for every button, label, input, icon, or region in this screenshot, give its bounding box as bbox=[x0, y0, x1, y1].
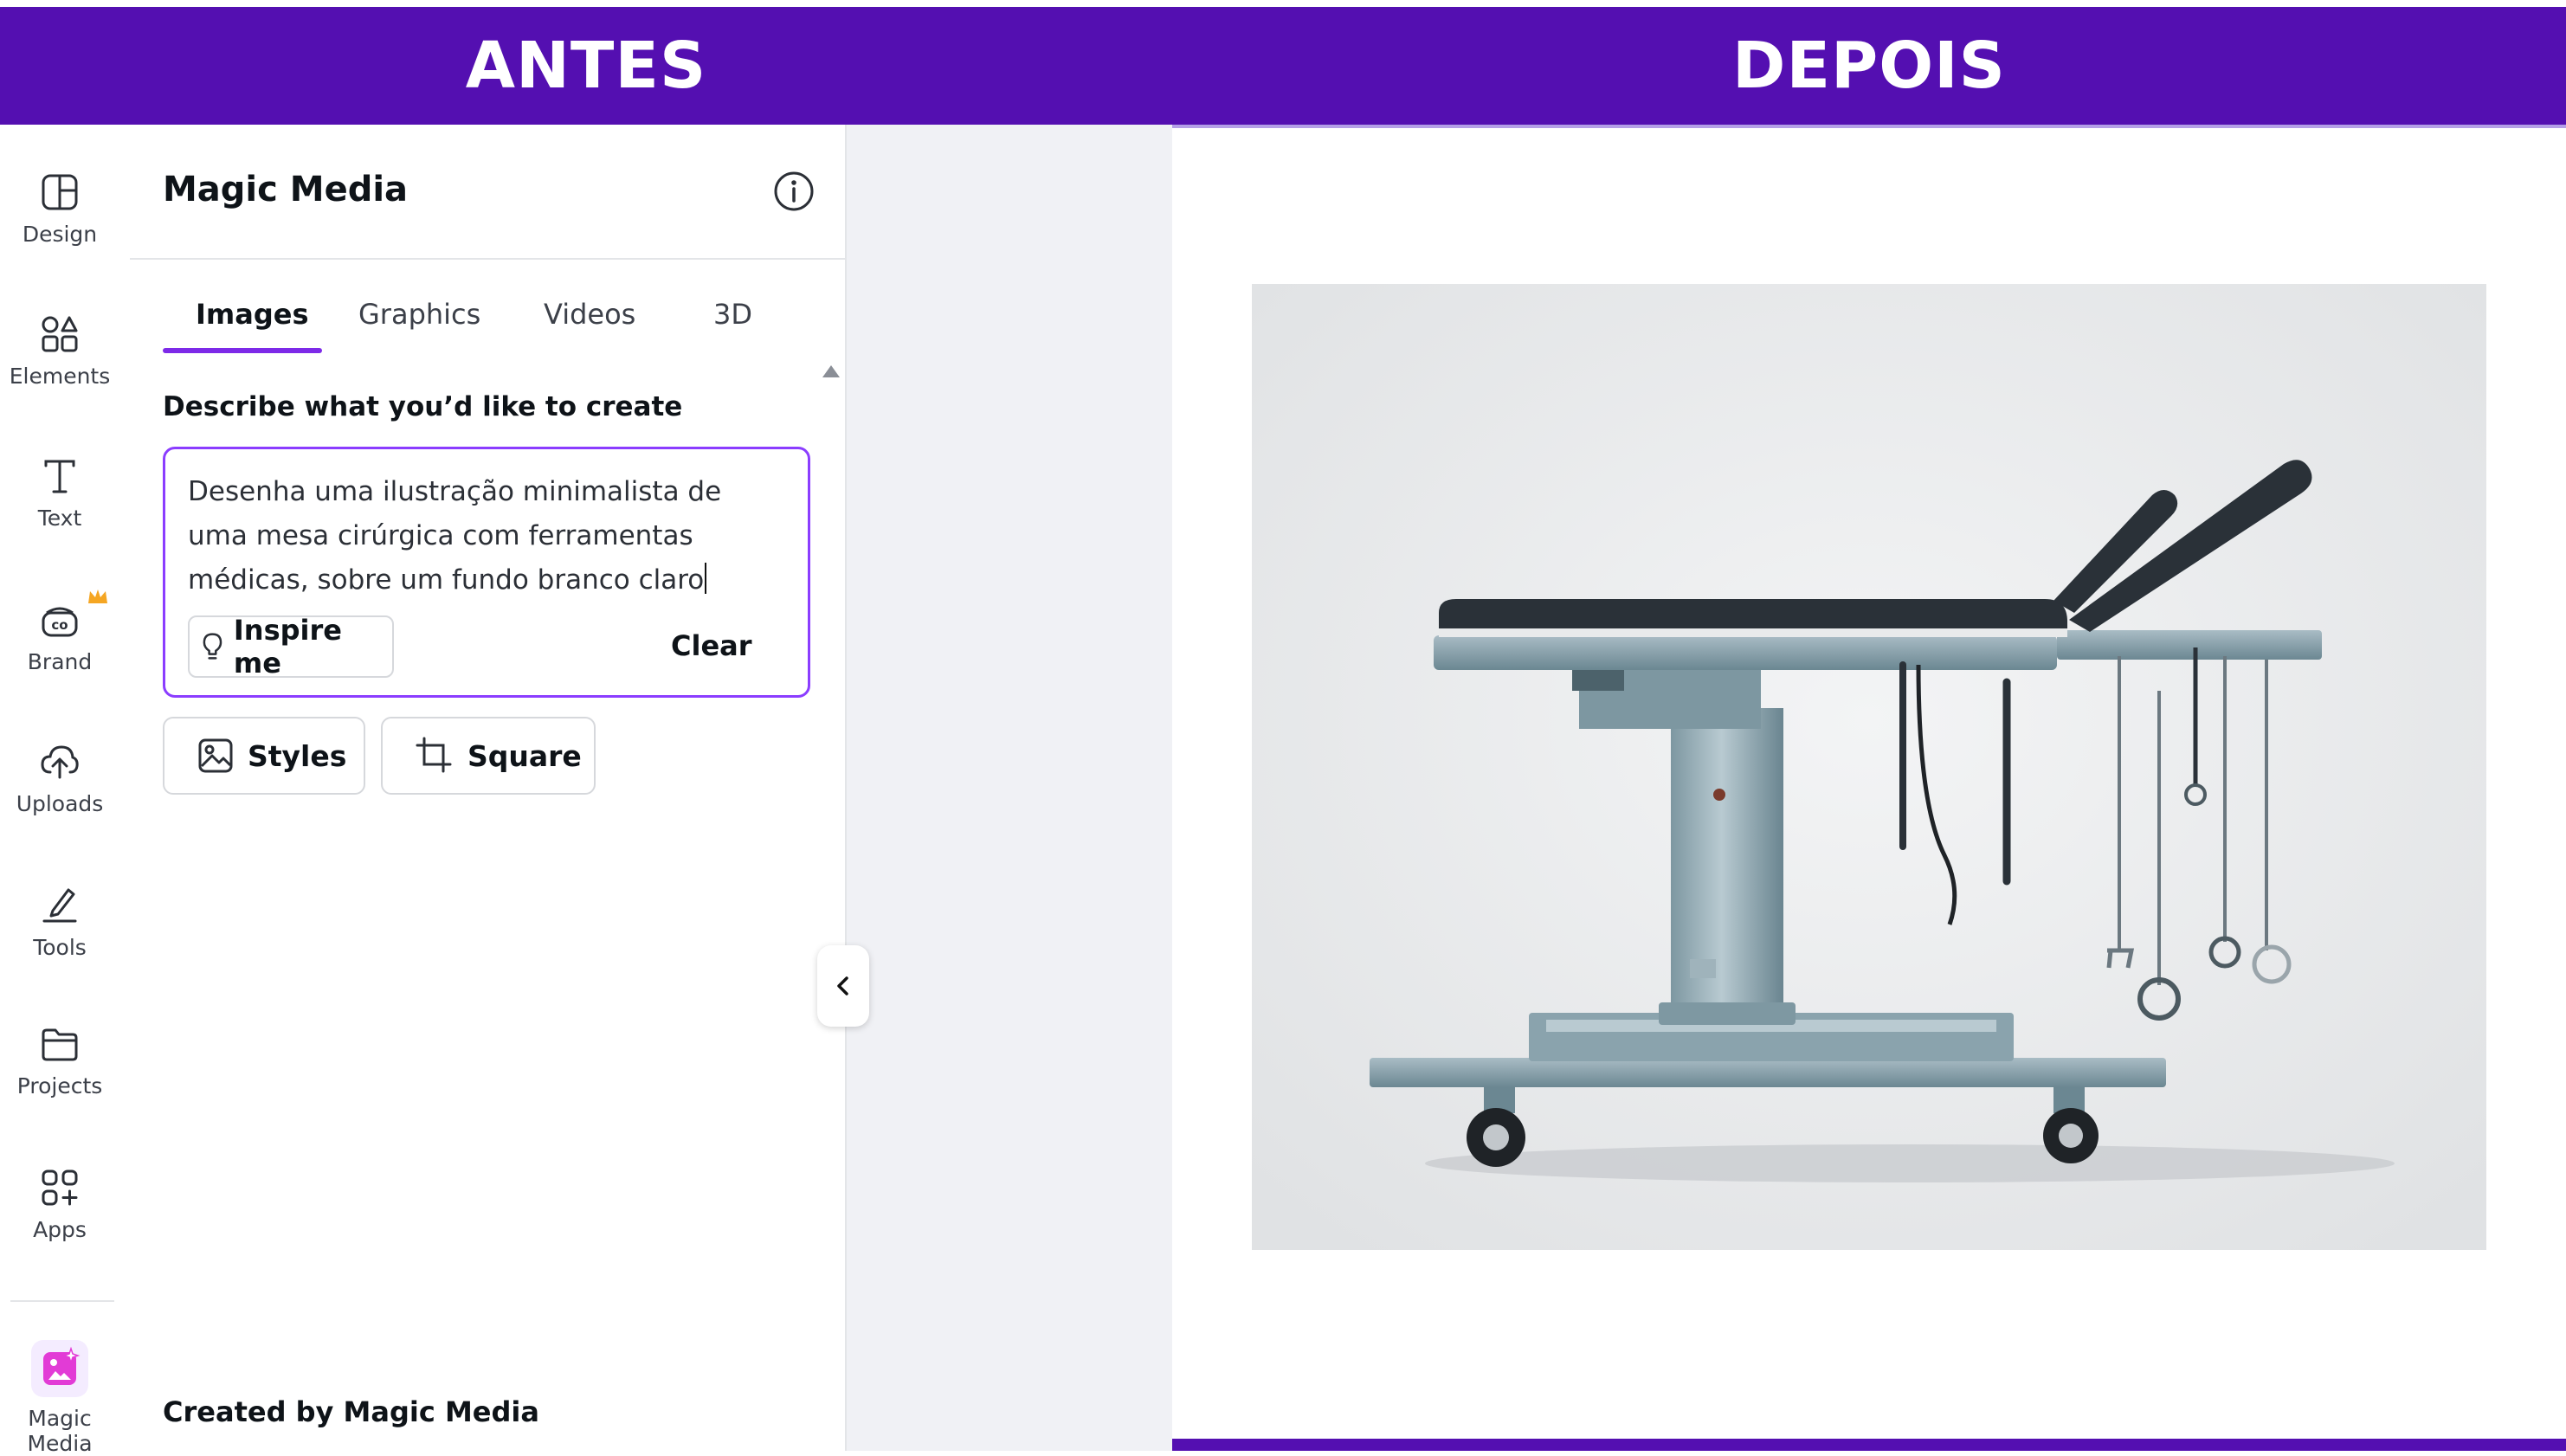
rail-label-magic-media: Magic Media bbox=[27, 1406, 93, 1456]
tab-graphics[interactable]: Graphics bbox=[358, 298, 480, 331]
generated-image bbox=[1252, 284, 2486, 1250]
design-icon bbox=[42, 174, 78, 210]
scroll-up-arrow[interactable] bbox=[822, 365, 840, 377]
rail-label-text: Text bbox=[37, 506, 82, 531]
rail-label-design: Design bbox=[22, 222, 98, 247]
lightbulb-icon bbox=[203, 633, 222, 660]
before-banner-label: ANTES bbox=[465, 29, 707, 103]
rail-label-elements: Elements bbox=[9, 364, 111, 389]
panel-divider bbox=[130, 258, 845, 260]
rail-label-tools: Tools bbox=[33, 935, 87, 960]
inspire-me-button[interactable]: Inspire me bbox=[188, 614, 394, 680]
rail-label-uploads: Uploads bbox=[16, 791, 104, 816]
editor-screenshot: Design Elements Text co Brand Uploads To… bbox=[0, 125, 1172, 1456]
styles-button[interactable]: Styles bbox=[163, 717, 365, 795]
magic-media-icon bbox=[31, 1340, 88, 1397]
prompt-text[interactable]: Desenha uma ilustração minimalista de um… bbox=[188, 470, 794, 602]
rail-item-projects[interactable]: Projects bbox=[0, 1027, 119, 1098]
tools-icon bbox=[42, 888, 77, 923]
aspect-ratio-button[interactable]: Square bbox=[381, 717, 596, 795]
clear-button[interactable]: Clear bbox=[671, 629, 752, 662]
square-label: Square bbox=[467, 738, 582, 773]
rail-item-text[interactable]: Text bbox=[0, 457, 119, 531]
rail-label-projects: Projects bbox=[16, 1073, 103, 1098]
created-by-label: Created by Magic Media bbox=[163, 1395, 539, 1428]
tab-videos[interactable]: Videos bbox=[544, 298, 635, 331]
magic-media-panel: Magic Media Images Graphics Videos 3D De… bbox=[130, 125, 847, 1451]
after-banner: DEPOIS bbox=[1172, 7, 2566, 125]
crown-icon bbox=[88, 589, 107, 603]
svg-text:co: co bbox=[51, 617, 68, 633]
text-icon bbox=[44, 460, 75, 493]
prompt-input[interactable]: Desenha uma ilustração minimalista de um… bbox=[163, 447, 810, 698]
projects-icon bbox=[42, 1028, 78, 1061]
rail-item-magic-media[interactable]: Magic Media bbox=[0, 1338, 125, 1456]
rail-item-tools[interactable]: Tools bbox=[0, 885, 119, 960]
prompt-line-1: Desenha uma ilustração minimalista de bbox=[188, 476, 722, 507]
active-tab-indicator bbox=[163, 348, 322, 353]
collapse-panel-button[interactable] bbox=[817, 945, 869, 1027]
panel-title: Magic Media bbox=[163, 170, 409, 209]
rail-item-uploads[interactable]: Uploads bbox=[0, 743, 119, 816]
text-caret bbox=[705, 563, 707, 594]
before-banner: ANTES bbox=[0, 7, 1172, 125]
rail-item-elements[interactable]: Elements bbox=[0, 315, 119, 389]
prompt-line-2: uma mesa cirúrgica com ferramentas bbox=[188, 520, 693, 551]
image-icon bbox=[198, 738, 233, 773]
canvas-area bbox=[847, 125, 1172, 1451]
prompt-line-3: médicas, sobre um fundo branco claro bbox=[188, 564, 705, 596]
chevron-left-icon bbox=[837, 976, 848, 995]
after-banner-label: DEPOIS bbox=[1732, 29, 2006, 103]
tab-images[interactable]: Images bbox=[196, 298, 309, 331]
crop-icon bbox=[416, 737, 452, 773]
rail-item-design[interactable]: Design bbox=[0, 173, 119, 247]
apps-icon bbox=[42, 1169, 78, 1206]
info-icon[interactable] bbox=[772, 170, 816, 213]
rail-label-brand: Brand bbox=[27, 649, 93, 674]
elements-icon bbox=[42, 316, 78, 352]
describe-label: Describe what you’d like to create bbox=[163, 391, 683, 422]
rail-item-apps[interactable]: Apps bbox=[0, 1169, 119, 1242]
styles-label: Styles bbox=[248, 738, 347, 773]
rail-label-apps: Apps bbox=[33, 1217, 87, 1242]
brand-icon: co bbox=[42, 607, 78, 637]
rail-item-brand[interactable]: co Brand bbox=[0, 589, 119, 674]
side-rail: Design Elements Text co Brand Uploads To… bbox=[0, 125, 130, 1456]
rail-separator bbox=[10, 1300, 114, 1302]
tab-3d[interactable]: 3D bbox=[713, 298, 752, 331]
banner-divider bbox=[1172, 125, 2566, 128]
bottom-accent-bar bbox=[1172, 1439, 2566, 1451]
inspire-me-label: Inspire me bbox=[233, 614, 342, 680]
uploads-icon bbox=[41, 745, 79, 779]
